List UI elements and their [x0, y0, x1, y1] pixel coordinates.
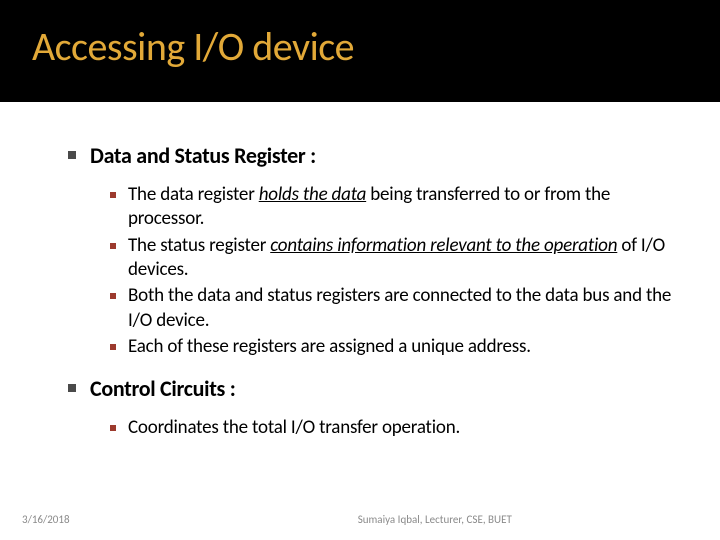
list-item-pre: Both the data and status registers are c… — [128, 284, 671, 331]
list-item-pre: Each of these registers are assigned a u… — [128, 335, 531, 358]
square-bullet-icon — [110, 425, 116, 431]
section-heading-text: Data and Status Register : — [90, 142, 316, 169]
square-bullet-icon — [68, 384, 76, 392]
slide-footer: 3/16/2018 Sumaiya Iqbal, Lecturer, CSE, … — [0, 513, 720, 526]
square-bullet-icon — [68, 151, 76, 159]
list-item: Each of these registers are assigned a u… — [128, 335, 680, 359]
list-item-pre: Coordinates the total I/O transfer opera… — [128, 416, 460, 439]
square-bullet-icon — [110, 344, 116, 350]
list-item-styled: holds the data — [259, 183, 366, 206]
footer-date: 3/16/2018 — [22, 513, 70, 526]
slide-title: Accessing I/O device — [32, 22, 688, 71]
footer-credit: Sumaiya Iqbal, Lecturer, CSE, BUET — [248, 513, 512, 526]
section-heading: Control Circuits : — [90, 375, 680, 402]
sub-list: The data register holds the data being t… — [90, 175, 680, 375]
list-item-pre: The data register — [128, 183, 259, 206]
square-bullet-icon — [110, 293, 116, 299]
list-item-pre: The status register — [128, 234, 270, 257]
list-item: Both the data and status registers are c… — [128, 284, 680, 333]
list-item: The data register holds the data being t… — [128, 183, 680, 232]
slide-header: Accessing I/O device — [0, 0, 720, 102]
square-bullet-icon — [110, 243, 116, 249]
list-item: The status register contains information… — [128, 234, 680, 283]
list-item-styled: contains information relevant to the ope… — [270, 234, 617, 257]
square-bullet-icon — [110, 192, 116, 198]
slide-content: Data and Status Register : The data regi… — [0, 102, 720, 457]
sub-list: Coordinates the total I/O transfer opera… — [90, 408, 680, 456]
section-heading-text: Control Circuits : — [90, 375, 235, 402]
section-heading: Data and Status Register : — [90, 142, 680, 169]
list-item: Coordinates the total I/O transfer opera… — [128, 416, 680, 440]
